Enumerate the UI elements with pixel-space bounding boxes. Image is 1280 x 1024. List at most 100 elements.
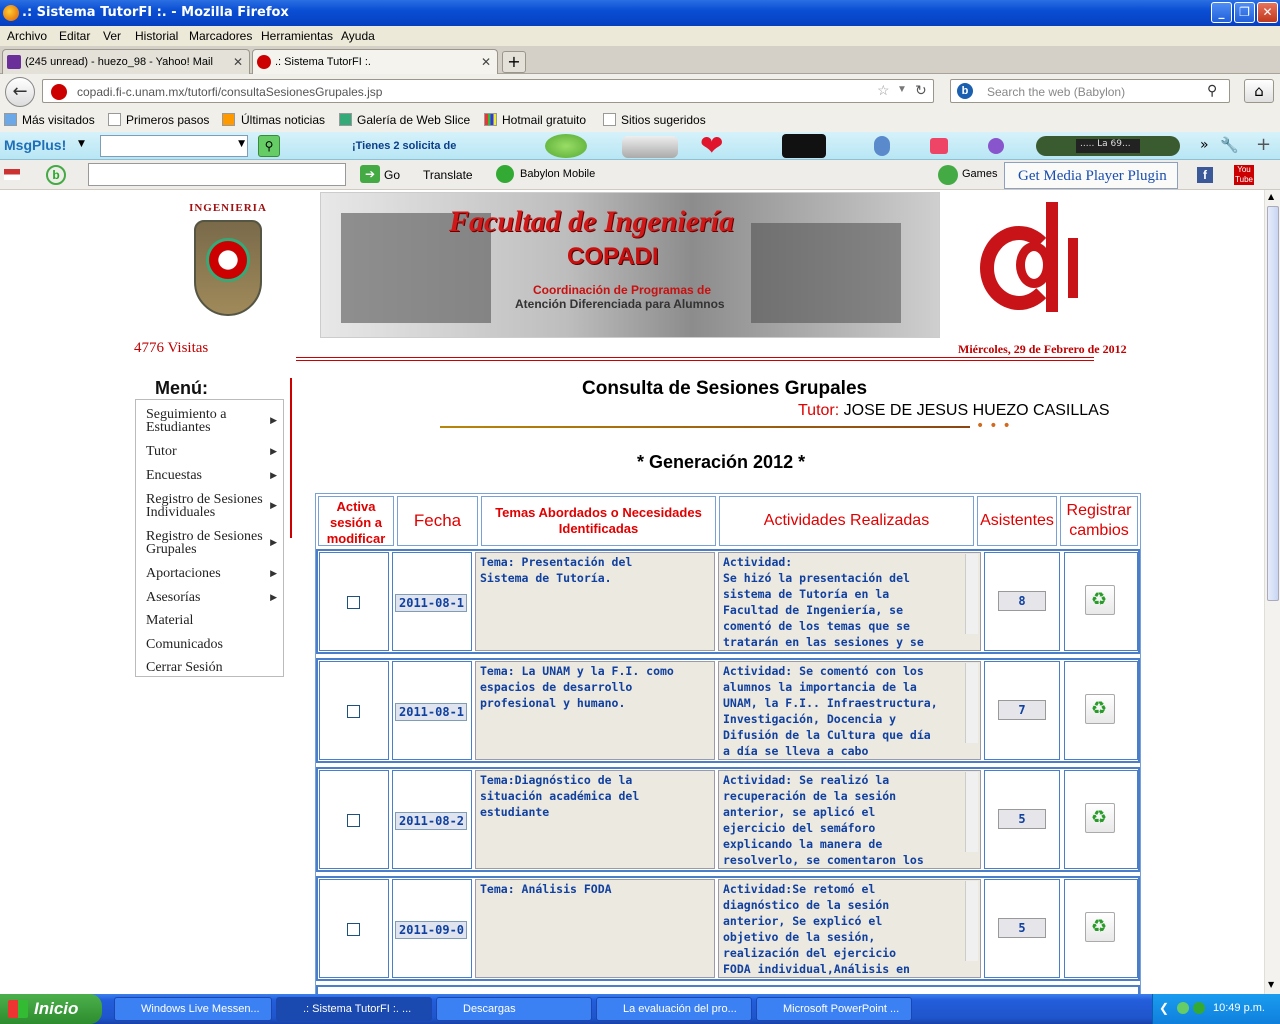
asistentes-field[interactable]: 5 [998, 809, 1046, 829]
date-field[interactable]: 2011-09-0: [395, 921, 467, 939]
flower-icon[interactable] [988, 138, 1004, 154]
back-button[interactable]: ← [5, 77, 35, 107]
msgplus-notice[interactable]: ¡Tienes 2 solicita de [352, 140, 456, 152]
more-chevron-icon[interactable]: » [1200, 137, 1209, 153]
tema-textarea[interactable]: Tema:Diagnóstico de la situación académi… [475, 770, 715, 869]
textarea-scrollbar[interactable] [965, 663, 978, 743]
scroll-thumb[interactable] [1267, 206, 1279, 601]
start-button[interactable]: Inicio [0, 994, 102, 1024]
scroll-down-arrow[interactable]: ▼ [1268, 980, 1274, 989]
menu-item-material[interactable]: Material [146, 614, 281, 630]
bookmark-galeria-web-slice[interactable]: Galería de Web Slice [357, 113, 470, 127]
menu-historial[interactable]: Historial [135, 29, 178, 43]
menu-herramientas[interactable]: Herramientas [261, 29, 333, 43]
window-titlebar[interactable]: .: Sistema TutorFI :. - Mozilla Firefox … [0, 0, 1280, 26]
taskbar-item-descargas[interactable]: Descargas [436, 997, 592, 1021]
actividad-textarea[interactable]: Actividad:Se retomó el diagnóstico de la… [718, 879, 981, 978]
url-dropdown-icon[interactable]: ▼ [897, 84, 907, 95]
minimize-button[interactable]: _ [1211, 2, 1232, 23]
menu-marcadores[interactable]: Marcadores [189, 29, 252, 43]
radio-player[interactable]: ..... La 69... [1036, 136, 1180, 156]
save-changes-button[interactable]: ♻ [1085, 803, 1115, 833]
menu-archivo[interactable]: Archivo [7, 29, 47, 43]
bookmark-mas-visitados[interactable]: Más visitados [22, 113, 95, 127]
date-field[interactable]: 2011-08-1: [395, 594, 467, 612]
asistentes-field[interactable]: 7 [998, 700, 1046, 720]
asistentes-field[interactable]: 5 [998, 918, 1046, 938]
save-changes-button[interactable]: ♻ [1085, 912, 1115, 942]
activate-session-checkbox[interactable] [347, 596, 360, 609]
activate-session-checkbox[interactable] [347, 705, 360, 718]
taskbar-item-firefox[interactable]: .: Sistema TutorFI :. ... [276, 997, 432, 1021]
tray-expand-icon[interactable]: ❮ [1159, 1001, 1169, 1015]
games-button[interactable]: Games [962, 168, 997, 180]
search-icon[interactable]: ⚲ [258, 135, 280, 157]
youtube-icon[interactable]: You Tube [1234, 165, 1254, 185]
menu-item-encuestas[interactable]: Encuestas ▶ [146, 469, 281, 485]
chevron-down-icon[interactable]: ▼ [238, 139, 245, 149]
network-tray-icon[interactable] [1193, 1002, 1205, 1014]
gamepad-icon[interactable] [622, 136, 678, 158]
scroll-up-arrow[interactable]: ▲ [1268, 192, 1274, 201]
facebook-icon[interactable]: f [1197, 167, 1213, 183]
menu-item-seguimiento[interactable]: Seguimiento a Estudiantes ▶ [146, 408, 281, 435]
bookmark-ultimas-noticias[interactable]: Últimas noticias [241, 113, 325, 127]
translate-button[interactable]: Translate [423, 168, 473, 182]
menu-item-tutor[interactable]: Tutor ▶ [146, 445, 281, 461]
textarea-scrollbar[interactable] [965, 881, 978, 961]
close-tab-icon[interactable]: ✕ [233, 55, 243, 69]
heart-icon[interactable]: ❤ [700, 132, 723, 160]
tab-tutorfi[interactable]: .: Sistema TutorFI :. ✕ [252, 49, 498, 74]
menu-item-aportaciones[interactable]: Aportaciones ▶ [146, 567, 281, 583]
search-bar[interactable]: b Search the web (Babylon) ⚲ [950, 79, 1230, 103]
menu-editar[interactable]: Editar [59, 29, 90, 43]
tema-textarea[interactable]: Tema: La UNAM y la F.I. como espacios de… [475, 661, 715, 760]
save-changes-button[interactable]: ♻ [1085, 585, 1115, 615]
go-arrow-icon[interactable]: ➔ [360, 165, 380, 183]
menu-item-sesiones-individuales[interactable]: Registro de Sesiones Individuales ▶ [146, 493, 281, 520]
contact-icon[interactable] [874, 136, 890, 156]
menu-item-cerrar-sesion[interactable]: Cerrar Sesión [146, 661, 281, 677]
search-icon[interactable]: ⚲ [1207, 82, 1217, 99]
babylon-mobile-button[interactable]: Babylon Mobile [520, 168, 595, 180]
bookmark-hotmail[interactable]: Hotmail gratuito [502, 113, 586, 127]
media-player-plugin-button[interactable]: Get Media Player Plugin [1004, 162, 1178, 189]
asistentes-field[interactable]: 8 [998, 591, 1046, 611]
activate-session-checkbox[interactable] [347, 814, 360, 827]
taskbar-item-messenger[interactable]: Windows Live Messen... [114, 997, 272, 1021]
messenger-tray-icon[interactable] [1177, 1002, 1189, 1014]
menu-ayuda[interactable]: Ayuda [341, 29, 375, 43]
menu-item-sesiones-grupales[interactable]: Registro de Sesiones Grupales ▶ [146, 530, 281, 557]
add-icon[interactable]: + [1256, 134, 1271, 155]
gift-icon[interactable] [930, 138, 948, 154]
dropdown-icon[interactable]: ▼ [78, 139, 85, 149]
messenger-people-icon[interactable] [545, 134, 587, 158]
menu-item-asesorias[interactable]: Asesorías ▶ [146, 591, 281, 607]
tema-textarea[interactable]: Tema: Análisis FODA [475, 879, 715, 978]
phone-icon[interactable] [782, 134, 826, 158]
babylon-logo-icon[interactable]: b [46, 165, 66, 185]
bookmark-primeros-pasos[interactable]: Primeros pasos [126, 113, 209, 127]
bookmark-star-icon[interactable]: ☆ [877, 82, 890, 99]
bookmark-sitios-sugeridos[interactable]: Sitios sugeridos [621, 113, 706, 127]
maximize-button[interactable]: ❐ [1234, 2, 1255, 23]
textarea-scrollbar[interactable] [965, 772, 978, 852]
save-changes-button[interactable]: ♻ [1085, 694, 1115, 724]
date-field[interactable]: 2011-08-1! [395, 703, 467, 721]
home-icon[interactable]: ⌂ [1244, 79, 1274, 103]
actividad-textarea[interactable]: Actividad: Se hizó la presentación del s… [718, 552, 981, 651]
menu-ver[interactable]: Ver [103, 29, 121, 43]
actividad-textarea[interactable]: Actividad: Se comentó con los alumnos la… [718, 661, 981, 760]
taskbar-item-powerpoint[interactable]: Microsoft PowerPoint ... [756, 997, 912, 1021]
taskbar-item-word[interactable]: La evaluación del pro... [596, 997, 752, 1021]
url-bar[interactable]: copadi.fi-c.unam.mx/tutorfi/consultaSesi… [42, 79, 934, 103]
tab-yahoo-mail[interactable]: (245 unread) - huezo_98 - Yahoo! Mail ✕ [2, 49, 250, 74]
close-button[interactable]: ✕ [1257, 2, 1278, 23]
activate-session-checkbox[interactable] [347, 923, 360, 936]
actividad-textarea[interactable]: Actividad: Se realizó la recuperación de… [718, 770, 981, 869]
go-button[interactable]: Go [384, 168, 400, 182]
close-tab-icon[interactable]: ✕ [481, 55, 491, 69]
msgplus-logo[interactable]: MsgPlus! [4, 137, 66, 153]
babylon-search-input[interactable] [88, 163, 346, 186]
msgplus-search-input[interactable]: ▼ [100, 135, 248, 157]
